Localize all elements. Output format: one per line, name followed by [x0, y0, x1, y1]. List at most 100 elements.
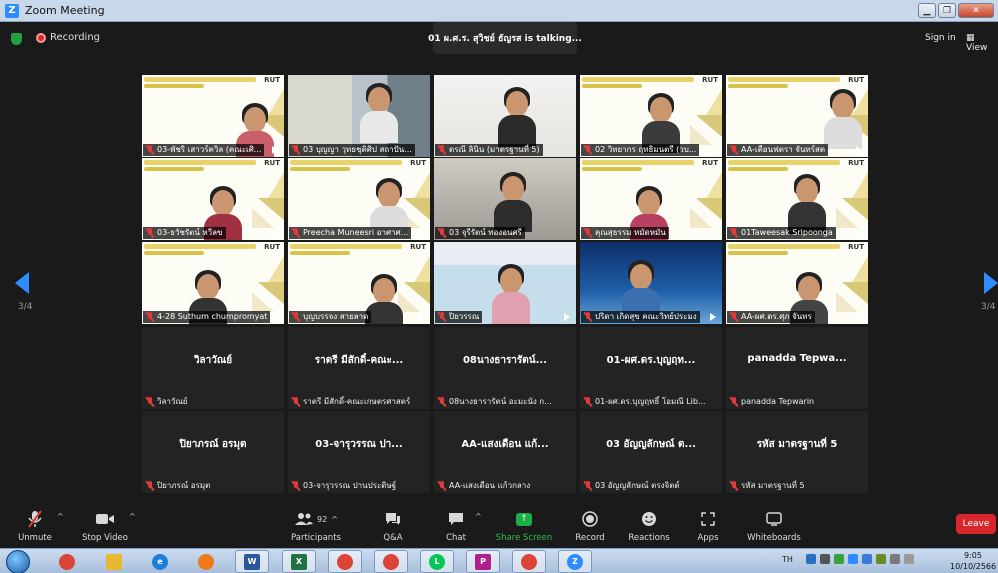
video-off-tile[interactable]: 03 อัญญลักษณ์ ต... 03 อัญญลักษณ์ ตรงจิตต์	[580, 411, 722, 493]
video-off-tile[interactable]: ปิยาภรณ์ อรมุต ปิยาภรณ์ อรมุต	[142, 411, 284, 493]
video-tile[interactable]: ปิยวรรณ	[434, 242, 576, 324]
video-off-tile[interactable]: รหัส มาตรฐานที่ 5 รหัส มาตรฐานที่ 5	[726, 411, 868, 493]
audio-options-chevron-icon[interactable]: ^	[57, 512, 64, 521]
video-tile[interactable]: RUT คุณสุธรรม หมัดหมัน	[580, 158, 722, 240]
record-icon	[582, 508, 598, 530]
recording-label[interactable]: Recording	[50, 32, 100, 43]
line-icon: L	[429, 553, 445, 570]
video-tile[interactable]: RUT 03-พัชริ เสาวร์ควิล (คณะเศิ...	[142, 75, 284, 157]
play-icon	[564, 313, 570, 321]
zoom-window: Z Zoom Meeting ▁ ❐ ✕ Recording 01 ผ.ศ.ร.…	[0, 0, 998, 573]
video-tile[interactable]: RUT Preecha Muneesri อาศาศ...	[288, 158, 430, 240]
slide-logo: RUT	[848, 243, 864, 251]
participants-chevron-icon[interactable]: ^	[331, 515, 338, 524]
chat-options-chevron-icon[interactable]: ^	[475, 512, 482, 521]
start-button[interactable]	[6, 550, 30, 573]
video-off-tile[interactable]: panadda Tepwa... panadda Tepwarin	[726, 327, 868, 409]
slide-header-bar	[728, 77, 840, 82]
share-screen-button[interactable]: ↑ Share Screen	[496, 502, 552, 548]
video-off-tile[interactable]: 03-จารุวรรณ ปา... 03-จารุวรรณ ปานประดิษฐ์	[288, 411, 430, 493]
video-off-tile[interactable]: 08นางธารารัตน์... 08นางธารารัตน์ อะมะนัง …	[434, 327, 576, 409]
video-off-tile[interactable]: 01-ผศ.ดร.บุญฤท... 01-ผศ.ดร.บุญฤทธิ์ โอมณี…	[580, 327, 722, 409]
record-button[interactable]: Record	[574, 502, 606, 548]
mic-muted-icon	[438, 312, 446, 322]
participant-name-tag: 03 อัญญลักษณ์ ตรงจิตต์	[581, 480, 683, 492]
chat-button[interactable]: Chat	[443, 502, 469, 548]
mic-muted-icon	[584, 312, 592, 322]
participant-name: 08นางธารารัตน์ อะมะนัง ก...	[449, 397, 552, 406]
video-tile[interactable]: RUT บุญบรรจง สายลาด	[288, 242, 430, 324]
slide-logo: RUT	[702, 76, 718, 84]
video-tile[interactable]: ดรณี ลินิน (มาตรฐานที่ 5)	[434, 75, 576, 157]
taskbar-app-pdf[interactable]: P	[466, 550, 500, 573]
video-off-tile[interactable]: AA-แสงเดือน แก้... AA-แสงเดือน แก้วกลาง	[434, 411, 576, 493]
taskbar-app-excel[interactable]: X	[282, 550, 316, 573]
shield-icon[interactable]	[11, 33, 22, 45]
stop-video-button[interactable]: Stop Video	[80, 502, 130, 548]
record-label: Record	[575, 533, 605, 543]
apps-button[interactable]: Apps	[694, 502, 722, 548]
taskbar-app-line[interactable]: L	[420, 550, 454, 573]
security-tray-icon[interactable]	[876, 554, 886, 564]
slide-subheader-bar	[290, 251, 350, 255]
sign-in-link[interactable]: Sign in	[925, 33, 956, 43]
video-off-tile[interactable]: ราตรี มีสักดิ์-คณะ... ราตรี มีสักดิ์-คณะเ…	[288, 327, 430, 409]
video-tile[interactable]: RUT 4-28 Suthum chumpromyat	[142, 242, 284, 324]
taskbar-app-explorer[interactable]	[97, 550, 131, 573]
zoom-tray-icon[interactable]	[848, 554, 858, 564]
participant-name: 03 อัญญลักษณ์ ตรงจิตต์	[595, 481, 680, 490]
language-indicator[interactable]: TH	[782, 555, 793, 564]
chrome-tray-icon[interactable]	[862, 554, 872, 564]
participant-name: ปิยาภรณ์ อรมุต	[157, 481, 211, 490]
taskbar-app-firefox[interactable]	[189, 550, 223, 573]
view-button[interactable]: ▦ View	[966, 33, 998, 53]
page-indicator-left: 3/4	[18, 302, 33, 312]
taskbar-app-chrome[interactable]	[50, 550, 84, 573]
next-page-arrow-icon[interactable]	[984, 272, 998, 294]
taskbar-app-ie[interactable]: e	[143, 550, 177, 573]
leave-button[interactable]: Leave	[956, 514, 996, 534]
video-tile[interactable]: RUT 03-ธวัชรัตน์ หวีลข	[142, 158, 284, 240]
video-tile[interactable]: 03 บุญญา วุทธชุติศิป สถาปัน...	[288, 75, 430, 157]
unmute-button[interactable]: Unmute	[14, 502, 56, 548]
video-tile[interactable]: RUT 01Taweesak Sripoonga	[726, 158, 868, 240]
system-clock[interactable]: 9:05 10/10/2566	[950, 550, 996, 572]
flag-icon[interactable]	[904, 554, 914, 564]
display-tray-icon[interactable]	[890, 554, 900, 564]
chrome-icon	[383, 553, 399, 570]
video-tile[interactable]: RUT AA-เตือนฟตรา จันทร์สต	[726, 75, 868, 157]
minimize-button[interactable]: ▁	[918, 3, 936, 18]
slide-decoration	[404, 282, 430, 304]
video-tile[interactable]: 03 จุรีรัตน์ ทองอนศรี	[434, 158, 576, 240]
qa-button[interactable]: Q&A	[378, 502, 408, 548]
taskbar-app-chrome[interactable]	[374, 550, 408, 573]
taskbar-app-chrome-qa[interactable]	[512, 550, 546, 573]
person-head	[368, 87, 390, 113]
video-tile[interactable]: RUT AA-ผศ.ดร.ศุภ จันทร	[726, 242, 868, 324]
participant-name-tag: 08นางธารารัตน์ อะมะนัง ก...	[435, 396, 555, 408]
maximize-button[interactable]: ❐	[938, 3, 956, 18]
video-tile[interactable]: ปริดา เกิดสุข คณะวิทย์ประมง	[580, 242, 722, 324]
excel-icon: X	[291, 553, 307, 570]
participants-button[interactable]: 92 ^ Participants	[290, 502, 342, 548]
close-button[interactable]: ✕	[958, 3, 994, 18]
reactions-button[interactable]: Reactions	[627, 502, 671, 548]
recording-icon[interactable]	[36, 33, 46, 43]
taskbar-app-zoom[interactable]: Z	[558, 550, 592, 573]
video-off-tile[interactable]: วิลาวัณย์ วิลาวัณย์	[142, 327, 284, 409]
video-options-chevron-icon[interactable]: ^	[129, 512, 136, 521]
line-tray-icon[interactable]	[834, 554, 844, 564]
participant-name: บุญบรรจง สายลาด	[303, 312, 369, 321]
previous-page-arrow-icon[interactable]	[15, 272, 29, 294]
slide-header-bar	[290, 244, 402, 249]
whiteboards-button[interactable]: Whiteboards	[746, 502, 802, 548]
taskbar-app-chrome[interactable]	[328, 550, 362, 573]
network-icon[interactable]	[806, 554, 816, 564]
participant-name: AA-เตือนฟตรา จันทร์สต	[741, 145, 826, 154]
video-tile[interactable]: RUT 02 วิทยากร ฤทธิมนตรี (วบ...	[580, 75, 722, 157]
volume-icon[interactable]	[820, 554, 830, 564]
mic-muted-icon	[438, 481, 446, 491]
taskbar-app-word[interactable]: W	[235, 550, 269, 573]
meeting-topbar: Recording 01 ผ.ศ.ร. สุวิชย์ ธัญรส is tal…	[0, 22, 998, 54]
slide-decoration	[842, 282, 868, 304]
